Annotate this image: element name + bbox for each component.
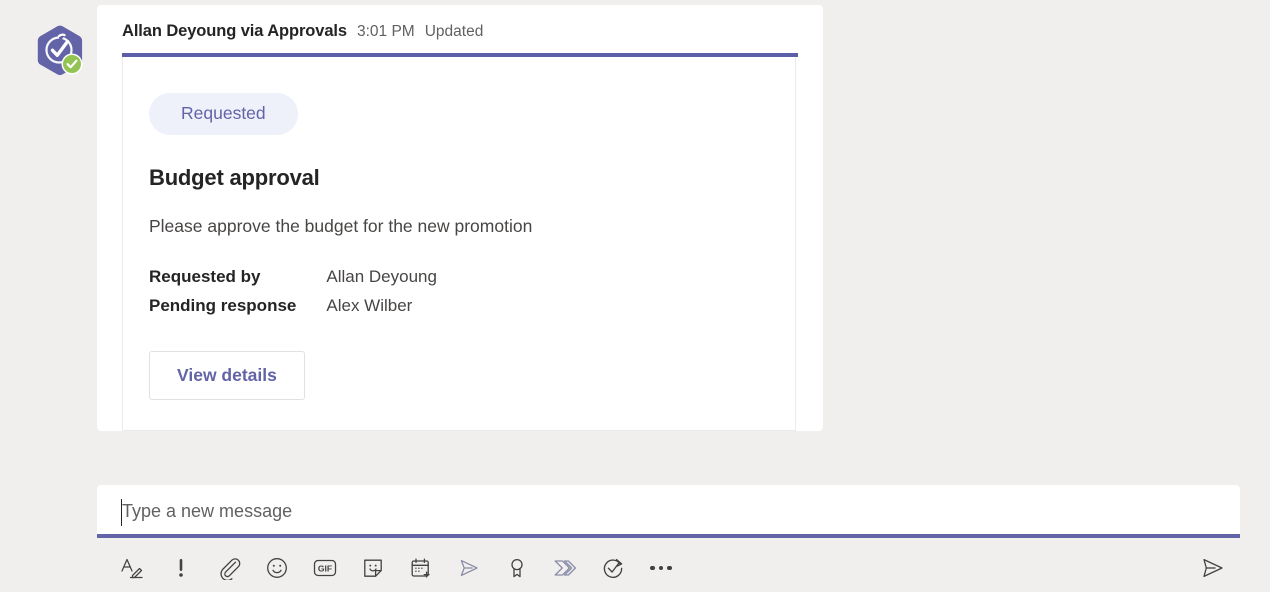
message-timestamp: 3:01 PM	[357, 23, 415, 40]
card-fact-table: Requested by Allan Deyoung Pending respo…	[149, 263, 437, 321]
smiley-glyph	[267, 558, 287, 578]
approvals-app-avatar-icon	[37, 25, 83, 76]
message-author: Allan Deyoung via Approvals	[122, 22, 347, 40]
stream-play-glyph	[460, 559, 478, 577]
approvals-icon[interactable]	[595, 548, 631, 588]
avatar	[34, 22, 86, 80]
flow-chevrons-glyph	[554, 560, 577, 576]
card-body: Requested Budget approval Please approve…	[123, 57, 795, 430]
calendar-plus-glyph	[411, 558, 430, 578]
table-row: Requested by Allan Deyoung	[149, 263, 437, 292]
card-description: Please approve the budget for the new pr…	[149, 215, 533, 236]
emoji-icon[interactable]	[259, 548, 295, 588]
svg-text:GIF: GIF	[318, 564, 332, 574]
power-automate-icon[interactable]	[547, 548, 583, 588]
schedule-meeting-icon[interactable]	[403, 548, 439, 588]
approval-card: Requested Budget approval Please approve…	[122, 53, 798, 432]
status-badge: Requested	[149, 93, 298, 135]
more-options-icon[interactable]	[643, 548, 679, 588]
fact-label: Pending response	[149, 295, 297, 315]
attach-icon[interactable]	[211, 548, 247, 588]
paperclip-glyph	[220, 558, 241, 580]
sticker-icon[interactable]	[355, 548, 391, 588]
message-block: Allan Deyoung via Approvals 3:01 PM Update…	[97, 5, 823, 432]
message-input-placeholder[interactable]: Type a new message	[122, 501, 292, 522]
sticker-glyph	[364, 559, 382, 577]
compose-toolbar: GIF	[110, 548, 710, 588]
view-details-button[interactable]: View details	[149, 350, 305, 401]
message-status: Updated	[424, 23, 484, 40]
ellipsis-glyph	[650, 565, 672, 571]
table-row: Pending response Alex Wilber	[149, 292, 437, 321]
format-icon[interactable]	[114, 548, 150, 588]
gif-glyph: GIF	[313, 559, 337, 577]
exclamation-glyph	[179, 559, 183, 577]
send-plane-glyph	[1203, 558, 1223, 578]
message-header: Allan Deyoung via Approvals 3:01 PM Update…	[97, 5, 823, 40]
card-title: Budget approval	[149, 164, 320, 190]
gif-icon[interactable]: GIF	[307, 548, 343, 588]
format-glyph	[121, 558, 143, 579]
send-icon[interactable]	[1195, 548, 1231, 588]
award-ribbon-glyph	[511, 558, 523, 578]
fact-value: Allan Deyoung	[326, 266, 437, 286]
important-icon[interactable]	[163, 548, 199, 588]
approvals-check-glyph	[603, 558, 623, 578]
stream-icon[interactable]	[451, 548, 487, 588]
fact-value: Alex Wilber	[326, 295, 413, 315]
compose-focus-underline	[97, 534, 1240, 538]
fact-label: Requested by	[149, 266, 261, 286]
praise-icon[interactable]	[499, 548, 535, 588]
